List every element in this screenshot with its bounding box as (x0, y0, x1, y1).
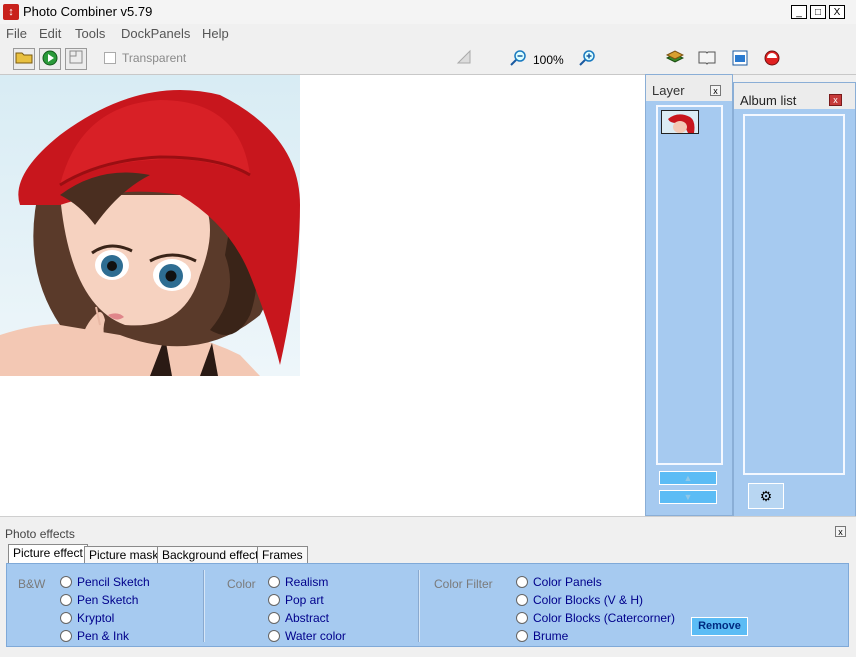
tab-picture-mask[interactable]: Picture mask (84, 546, 164, 563)
photo-effects-panel: Photo effects x Picture effect Picture m… (0, 516, 856, 657)
tab-picture-effect[interactable]: Picture effect (8, 544, 88, 563)
radio-button[interactable] (268, 594, 280, 606)
effects-close-button[interactable]: x (835, 526, 846, 537)
menu-help[interactable]: Help (202, 26, 229, 41)
layers-icon[interactable] (664, 48, 686, 70)
radio-button[interactable] (516, 630, 528, 642)
crop-icon[interactable] (65, 48, 87, 70)
radio-button[interactable] (60, 630, 72, 642)
album-browse-button[interactable]: ⚙ (748, 483, 784, 509)
book-icon[interactable] (696, 48, 718, 70)
open-folder-icon[interactable] (13, 48, 35, 70)
menu-file[interactable]: File (6, 26, 27, 41)
effects-icon[interactable] (761, 48, 783, 70)
zoom-level: 100% (533, 53, 564, 67)
menu-tools[interactable]: Tools (75, 26, 105, 41)
menu-edit[interactable]: Edit (39, 26, 61, 41)
transparent-label: Transparent (122, 51, 187, 65)
zoom-out-icon[interactable] (507, 48, 529, 70)
radio-button[interactable] (268, 630, 280, 642)
remove-effect-button[interactable]: Remove (691, 617, 748, 636)
group-label-color: Color (227, 577, 256, 591)
layer-thumbnail[interactable] (661, 110, 699, 134)
app-logo-icon: ↕ (3, 4, 19, 20)
radio-button[interactable] (60, 594, 72, 606)
radio-button[interactable] (60, 612, 72, 624)
transparent-checkbox[interactable] (104, 52, 116, 64)
photo-effects-title: Photo effects (5, 527, 75, 541)
layer-move-up-button[interactable]: ▲ (659, 471, 717, 485)
group-label-bw: B&W (18, 577, 46, 591)
layer-move-down-button[interactable]: ▼ (659, 490, 717, 504)
menu-bar: File Edit Tools DockPanels Help (0, 24, 856, 44)
album-panel-title: Album list (740, 93, 797, 108)
layer-close-button[interactable]: x (710, 85, 721, 96)
maximize-button[interactable]: □ (810, 5, 826, 19)
radio-button[interactable] (516, 612, 528, 624)
wrench-icon: ⚙ (759, 488, 773, 504)
menu-dockpanels[interactable]: DockPanels (121, 26, 190, 41)
layer-panel: Layer x ▲ ▼ (645, 74, 733, 516)
group-divider (418, 570, 420, 642)
group-divider (203, 570, 205, 642)
effects-options-body: B&W Pencil Sketch Pen Sketch Kryptol Pen… (6, 563, 849, 647)
layer-list[interactable] (656, 105, 723, 465)
photo-canvas[interactable] (0, 75, 645, 516)
play-icon[interactable] (39, 48, 61, 70)
layer-panel-header: Layer x (646, 75, 732, 101)
zoom-in-icon[interactable] (576, 48, 598, 70)
radio-button[interactable] (516, 576, 528, 588)
album-list[interactable] (743, 114, 845, 475)
album-list-panel: Album list x ⚙ (733, 82, 856, 526)
album-panel-header: Album list x (734, 83, 855, 109)
radio-button[interactable] (268, 612, 280, 624)
title-bar: ↕ Photo Combiner v5.79 _ □ X (0, 0, 856, 25)
minimize-button[interactable]: _ (791, 5, 807, 19)
album-close-button[interactable]: x (829, 94, 842, 106)
group-label-color-filter: Color Filter (434, 577, 493, 591)
loaded-photo (0, 75, 300, 376)
radio-button[interactable] (516, 594, 528, 606)
rotate-icon[interactable] (454, 48, 476, 70)
tab-background-effect[interactable]: Background effect (157, 546, 264, 563)
album-icon[interactable] (729, 48, 751, 70)
window-title: Photo Combiner v5.79 (23, 4, 153, 19)
radio-button[interactable] (268, 576, 280, 588)
radio-button[interactable] (60, 576, 72, 588)
tab-frames[interactable]: Frames (257, 546, 308, 563)
layer-panel-title: Layer (652, 83, 685, 98)
close-button[interactable]: X (829, 5, 845, 19)
